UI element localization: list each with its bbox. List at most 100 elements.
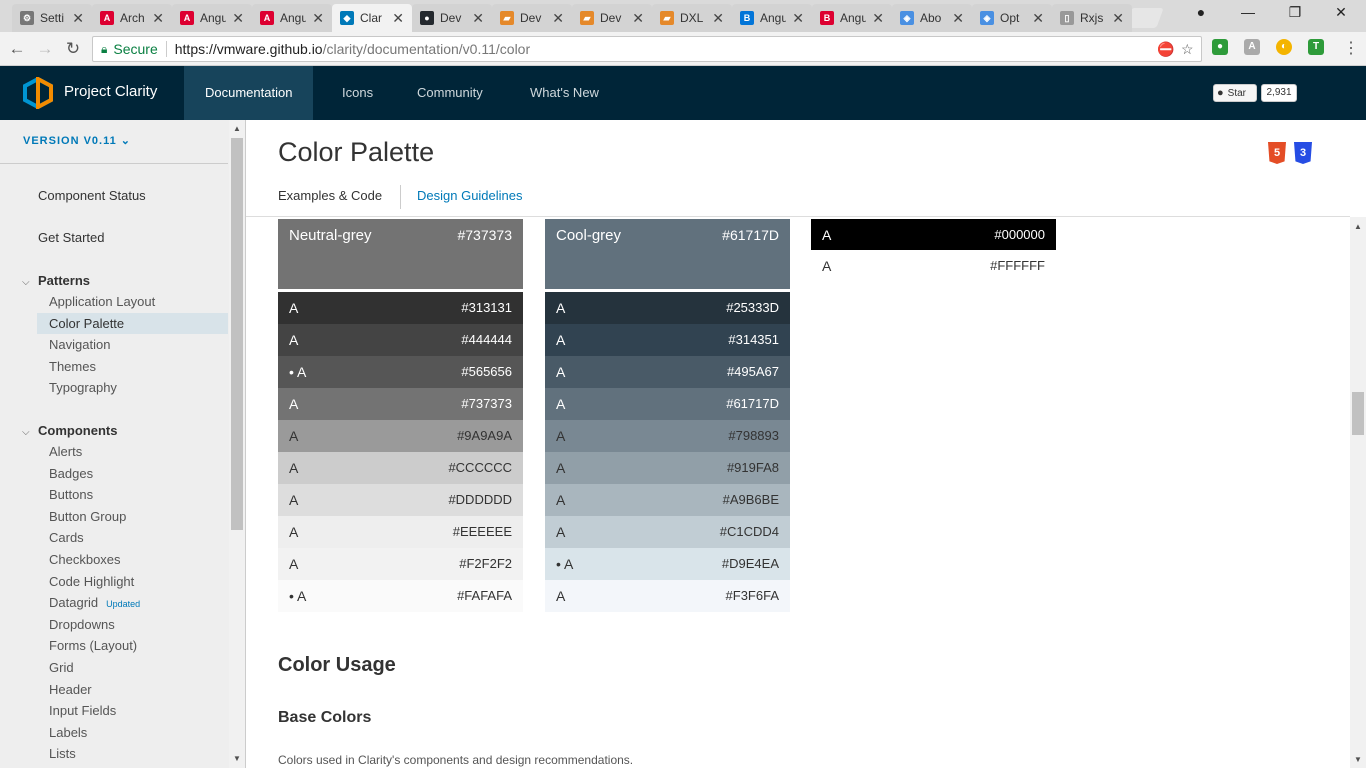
sidebar-item-badges[interactable]: Badges — [37, 463, 228, 484]
sidebar-item-typography[interactable]: Typography — [37, 377, 228, 398]
address-bar[interactable]: 🔒︎ Secure https://vmware.github.io/clari… — [92, 36, 1202, 62]
tab-title: Opt — [1000, 11, 1020, 25]
extension-angular-icon[interactable]: A — [1244, 39, 1260, 55]
browser-tab[interactable]: ⚙ Setti ✕ — [12, 4, 92, 32]
swatch-letter: A — [556, 588, 566, 604]
close-icon[interactable]: ✕ — [792, 10, 804, 27]
close-icon[interactable]: ✕ — [392, 10, 404, 27]
swatch-hex: #9A9A9A — [457, 428, 512, 443]
chevron-down-icon[interactable]: ⌵ — [22, 277, 30, 288]
browser-tab[interactable]: ▰ DXL ✕ — [652, 4, 732, 32]
color-swatch: • A #565656 — [278, 356, 523, 388]
extension-moon-icon[interactable]: ◐ — [1276, 39, 1292, 55]
tab-title: Angu — [280, 11, 306, 25]
close-icon[interactable]: ✕ — [952, 10, 964, 27]
sidebar-item-labels[interactable]: Labels — [37, 722, 228, 743]
sidebar-scrollbar-thumb[interactable] — [231, 138, 243, 530]
scroll-up-arrow-icon[interactable]: ▲ — [1351, 222, 1365, 231]
sidebar-item-dropdowns[interactable]: Dropdowns — [37, 614, 228, 635]
browser-tab[interactable]: ▯ Rxjs ✕ — [1052, 4, 1132, 32]
browser-tab[interactable]: ▰ Dev ✕ — [492, 4, 572, 32]
chevron-down-icon[interactable]: ⌵ — [22, 427, 30, 438]
main-scrollbar-thumb[interactable] — [1352, 392, 1364, 435]
scroll-up-arrow-icon[interactable]: ▲ — [230, 124, 244, 133]
sidebar-item-forms-layout[interactable]: Forms (Layout) — [37, 635, 228, 656]
sidebar-link-get-started[interactable]: Get Started — [38, 230, 104, 245]
close-icon[interactable]: ✕ — [232, 10, 244, 27]
close-icon[interactable]: ✕ — [712, 10, 724, 27]
sidebar-item-color-palette[interactable]: Color Palette — [37, 312, 228, 334]
sidebar-item-buttons[interactable]: Buttons — [37, 484, 228, 505]
blocked-popup-icon[interactable]: ⛔ — [1157, 41, 1174, 58]
sidebar-group-components[interactable]: Components — [38, 423, 117, 438]
sidebar-item-datagrid[interactable]: Datagrid Updated — [37, 592, 228, 613]
close-icon[interactable]: ✕ — [552, 10, 564, 27]
browser-tab[interactable]: ◈ Opt ✕ — [972, 4, 1052, 32]
browser-tab[interactable]: ▰ Dev ✕ — [572, 4, 652, 32]
html5-icon[interactable]: 5 — [1268, 142, 1286, 164]
sidebar-item-code-highlight[interactable]: Code Highlight — [37, 571, 228, 592]
close-icon[interactable]: ✕ — [1112, 10, 1124, 27]
back-icon[interactable]: ← — [6, 38, 28, 60]
nav-documentation[interactable]: Documentation — [184, 66, 314, 120]
github-star-button[interactable]: ● Star — [1213, 84, 1257, 102]
star-count[interactable]: 2,931 — [1261, 84, 1297, 102]
nav-community[interactable]: Community — [396, 66, 504, 120]
browser-tab[interactable]: B Angu ✕ — [732, 4, 812, 32]
main-scrollbar[interactable] — [1350, 217, 1366, 768]
sidebar-group-patterns[interactable]: Patterns — [38, 273, 90, 288]
swatch-letter: A — [556, 332, 566, 348]
menu-icon[interactable]: ⋮ — [1340, 38, 1362, 60]
browser-tab[interactable]: A Angu ✕ — [172, 4, 252, 32]
sidebar-item-button-group[interactable]: Button Group — [37, 506, 228, 527]
browser-tab[interactable]: A Angu ✕ — [252, 4, 332, 32]
sidebar-item-alerts[interactable]: Alerts — [37, 441, 228, 462]
sidebar-item-checkboxes[interactable]: Checkboxes — [37, 549, 228, 570]
forward-icon[interactable]: → — [34, 38, 56, 60]
bookmark-star-icon[interactable]: ☆ — [1181, 41, 1194, 58]
browser-tab[interactable]: ◈ Abo ✕ — [892, 4, 972, 32]
swatch-letter: A — [556, 396, 566, 412]
version-dropdown[interactable]: VERSION V0.11 ⌄ — [23, 134, 131, 147]
css3-icon[interactable]: 3 — [1294, 142, 1312, 164]
tab-examples-code[interactable]: Examples & Code — [278, 188, 382, 203]
swatch-hex: #444444 — [461, 332, 512, 347]
close-window-icon[interactable]: ✕ — [1326, 4, 1356, 21]
extension-t-icon[interactable]: T — [1308, 39, 1324, 55]
sidebar-link-component-status[interactable]: Component Status — [38, 188, 146, 203]
sidebar-item-navigation[interactable]: Navigation — [37, 334, 228, 355]
minimize-icon[interactable]: — — [1233, 4, 1263, 20]
brand-title[interactable]: Project Clarity — [64, 83, 157, 100]
reload-icon[interactable]: ↻ — [62, 38, 84, 60]
scroll-down-arrow-icon[interactable]: ▼ — [230, 754, 244, 763]
scroll-down-arrow-icon[interactable]: ▼ — [1351, 755, 1365, 764]
clarity-logo-icon[interactable] — [22, 77, 54, 109]
close-icon[interactable]: ✕ — [312, 10, 324, 27]
sidebar-item-header[interactable]: Header — [37, 679, 228, 700]
browser-tab[interactable]: ● Dev ✕ — [412, 4, 492, 32]
swatch-letter: A — [289, 524, 299, 540]
tab-design-guidelines[interactable]: Design Guidelines — [417, 188, 523, 203]
close-icon[interactable]: ✕ — [472, 10, 484, 27]
browser-tab[interactable]: B Angu ✕ — [812, 4, 892, 32]
nav-icons[interactable]: Icons — [321, 66, 394, 120]
browser-tab[interactable]: ◆ Clar ✕ — [332, 4, 412, 32]
browser-tab[interactable]: A Arch ✕ — [92, 4, 172, 32]
close-icon[interactable]: ✕ — [872, 10, 884, 27]
swatch-hex: #EEEEEE — [452, 524, 512, 539]
sidebar-item-cards[interactable]: Cards — [37, 527, 228, 548]
close-icon[interactable]: ✕ — [632, 10, 644, 27]
color-swatch: A #737373 — [278, 388, 523, 420]
sidebar-item-themes[interactable]: Themes — [37, 356, 228, 377]
sidebar-item-lists[interactable]: Lists — [37, 743, 228, 764]
nav-whats-new[interactable]: What's New — [509, 66, 620, 120]
sidebar-item-application-layout[interactable]: Application Layout — [37, 291, 228, 312]
sidebar-item-input-fields[interactable]: Input Fields — [37, 700, 228, 721]
close-icon[interactable]: ✕ — [152, 10, 164, 27]
sidebar-item-grid[interactable]: Grid — [37, 657, 228, 678]
close-icon[interactable]: ✕ — [72, 10, 84, 27]
profile-icon[interactable]: ● — [1186, 4, 1216, 20]
extension-green-icon[interactable]: ● — [1212, 39, 1228, 55]
close-icon[interactable]: ✕ — [1032, 10, 1044, 27]
restore-icon[interactable]: ❐ — [1280, 4, 1310, 21]
